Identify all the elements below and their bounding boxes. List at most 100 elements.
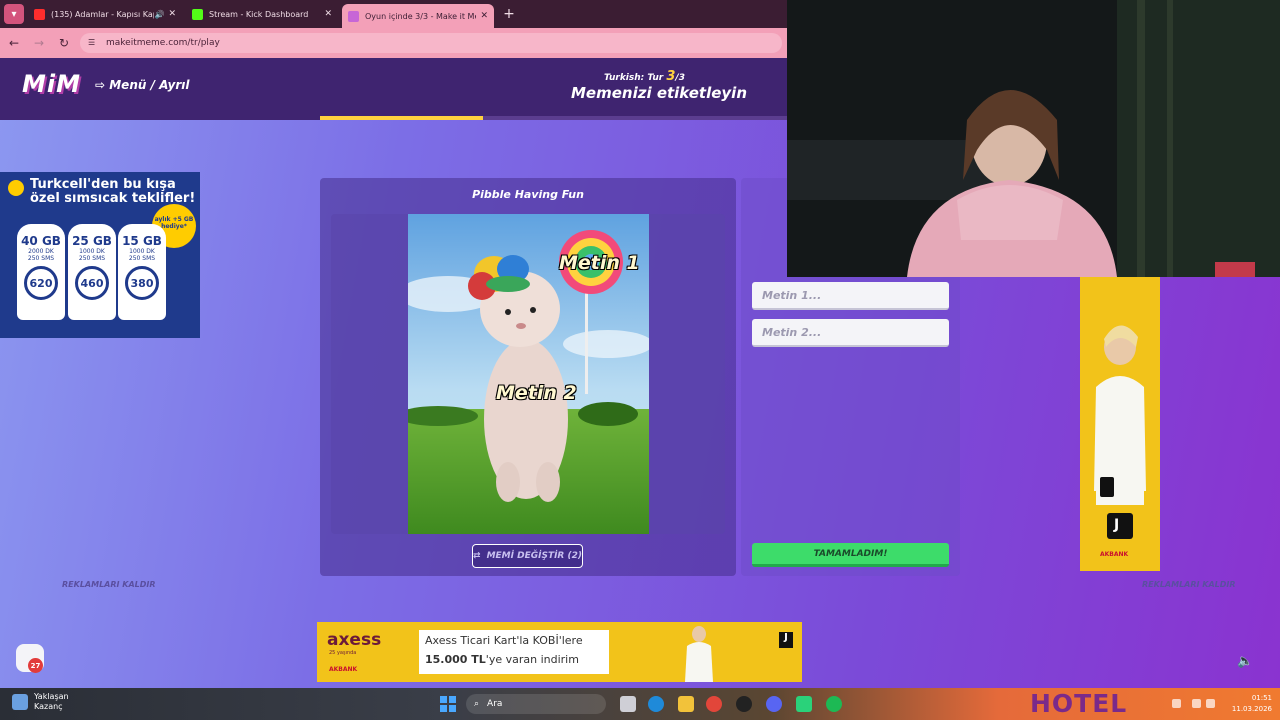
clock-time: 01:51 <box>1251 694 1272 702</box>
network-icon[interactable] <box>1192 699 1201 708</box>
clock-date: 11.03.2026 <box>1231 705 1272 713</box>
ad-package: 40 GB 2000 DK 250 SMS 620 <box>17 224 65 320</box>
browser-tab-bar: ▾ (135) Adamlar - Kapısı Kapa 🔊 ✕ Stream… <box>0 0 787 28</box>
mute-icon[interactable]: 🔈 <box>1237 654 1253 669</box>
ad-line-2-rest: 'ye varan indirim <box>485 653 579 666</box>
webcam-image <box>787 0 1280 277</box>
ad-right-brand: J <box>1114 517 1120 533</box>
tab-make-it-meme[interactable]: Oyun içinde 3/3 - Make it Meme ✕ <box>342 4 494 28</box>
tab-youtube[interactable]: (135) Adamlar - Kapısı Kapa 🔊 ✕ <box>28 2 182 26</box>
package-price: 620 <box>24 266 58 300</box>
close-tab-icon[interactable]: ✕ <box>168 9 176 19</box>
microphone-icon[interactable] <box>1172 699 1181 708</box>
ad-message: Axess Ticari Kart'la KOBİ'lere 15.000 TL… <box>419 630 609 674</box>
jtoken-logo-icon: J <box>779 632 793 648</box>
round-progress-bar <box>320 116 787 120</box>
ad-package: 25 GB 1000 DK 250 SMS 460 <box>68 224 116 320</box>
ad-bottom-person-image <box>685 626 713 682</box>
taskbar-clock[interactable]: 01:51 11.03.2026 <box>1226 693 1272 715</box>
caption-input-1[interactable]: Metin 1... <box>752 282 949 310</box>
new-tab-button[interactable]: + <box>500 5 518 23</box>
ad-headline: Turkcell'den bu kışa özel sımsıcak tekli… <box>30 177 196 206</box>
tab-search-button[interactable]: ▾ <box>4 4 24 24</box>
exit-icon: ⇨ <box>95 78 110 92</box>
back-arrow-icon[interactable]: ← <box>3 32 25 54</box>
ad-right-bank: AKBANK <box>1100 551 1129 558</box>
package-gb: 25 GB <box>72 234 112 248</box>
tab-kick-dashboard[interactable]: Stream - Kick Dashboard ✕ <box>186 2 338 26</box>
forward-arrow-icon[interactable]: → <box>28 32 50 54</box>
discord-icon[interactable] <box>766 696 782 712</box>
ad-amount: 15.000 TL <box>425 653 486 666</box>
mim-logo[interactable]: MiM <box>22 70 81 98</box>
round-total: /3 <box>675 73 685 83</box>
menu-leave-link[interactable]: ⇨ Menü / Ayrıl <box>95 78 190 92</box>
swap-meme-button[interactable]: ⇄ MEMİ DEĞİŞTİR (2) <box>472 544 583 568</box>
volume-icon[interactable] <box>1206 699 1215 708</box>
reload-icon[interactable]: ↻ <box>53 32 75 54</box>
obs-icon[interactable] <box>736 696 752 712</box>
ad-line-2: 15.000 TL'ye varan indirim <box>425 653 603 666</box>
app-icon[interactable] <box>796 696 812 712</box>
round-indicator: Turkish: Tur 3/3 <box>604 69 685 84</box>
package-sms: 250 SMS <box>128 255 156 262</box>
close-tab-icon[interactable]: ✕ <box>480 11 488 21</box>
done-button[interactable]: TAMAMLADIM! <box>752 543 949 567</box>
swap-meme-label: MEMİ DEĞİŞTİR (2) <box>486 551 582 561</box>
phase-title: Memenizi etiketleyin <box>571 84 748 102</box>
windows-start-icon[interactable] <box>440 696 456 712</box>
weather-widget[interactable]: Yaklaşan Kazanç <box>12 692 69 712</box>
url-field[interactable]: ☰ makeitmeme.com/tr/play <box>80 33 782 53</box>
ad-axess-banner[interactable]: axess 25 yaşında AKBANK Axess Ticari Kar… <box>317 622 802 682</box>
wallpaper-banner: HOTEL <box>1030 689 1128 718</box>
package-minutes: 1000 DK <box>79 248 105 255</box>
package-price: 380 <box>125 266 159 300</box>
meme-text-1[interactable]: Metin 1 <box>559 252 640 274</box>
search-placeholder: Ara <box>487 699 503 709</box>
remove-ads-right-link[interactable]: REKLAMLARI KALDIR <box>1142 580 1236 589</box>
round-prefix: Turkish: Tur <box>604 73 664 83</box>
task-view-icon[interactable] <box>620 696 636 712</box>
ad-package: 15 GB 1000 DK 250 SMS 380 <box>118 224 166 320</box>
remove-ads-left-link[interactable]: REKLAMLARI KALDIR <box>62 580 156 589</box>
menu-leave-label: Menü / Ayrıl <box>109 78 190 92</box>
url-text: makeitmeme.com/tr/play <box>106 38 220 48</box>
meme-text-2[interactable]: Metin 2 <box>496 382 577 404</box>
taskbar-search[interactable]: ⌕ Ara <box>466 694 606 714</box>
chrome-icon[interactable] <box>706 696 722 712</box>
kick-icon <box>192 8 203 20</box>
meme-canvas: Metin 1 Metin 2 <box>331 214 725 534</box>
package-sms: 250 SMS <box>78 255 106 262</box>
spotify-icon[interactable] <box>826 696 842 712</box>
ad-turkcell[interactable]: Turkcell'den bu kışa özel sımsıcak tekli… <box>0 172 200 338</box>
close-tab-icon[interactable]: ✕ <box>324 9 332 19</box>
ad-akbank-vertical[interactable]: J AKBANK <box>1080 277 1160 571</box>
ad-brand: axess <box>327 630 382 650</box>
widget-title: Yaklaşan <box>34 692 69 701</box>
file-explorer-icon[interactable] <box>678 696 694 712</box>
package-price: 460 <box>75 266 109 300</box>
round-progress-fill <box>320 116 484 120</box>
package-gb: 40 GB <box>21 234 61 248</box>
site-info-icon[interactable]: ☰ <box>88 38 98 48</box>
speaker-icon[interactable]: 🔊 <box>154 10 164 19</box>
edge-icon[interactable] <box>648 696 664 712</box>
package-gb: 15 GB <box>122 234 162 248</box>
package-minutes: 2000 DK <box>28 248 54 255</box>
ad-brand-sub: 25 yaşında <box>329 650 357 656</box>
turkcell-logo-icon <box>8 180 24 196</box>
ad-line-1: Axess Ticari Kart'la KOBİ'lere <box>425 634 583 647</box>
ad-person-image <box>1094 325 1146 539</box>
tab-title: Stream - Kick Dashboard <box>209 9 309 19</box>
chat-unread-badge: 27 <box>28 658 43 673</box>
address-bar-row: ← → ↻ ☰ makeitmeme.com/tr/play <box>0 28 787 58</box>
windows-taskbar: Yaklaşan Kazanç ⌕ Ara HOTEL 01:51 11.03.… <box>0 688 1280 720</box>
widget-subtitle: Kazanç <box>34 702 63 711</box>
package-sms: 250 SMS <box>27 255 55 262</box>
caption-input-2[interactable]: Metin 2... <box>752 319 949 347</box>
meme-title: Pibble Having Fun <box>472 188 584 201</box>
tab-title: Oyun içinde 3/3 - Make it Meme <box>365 11 476 21</box>
ad-bank-name: AKBANK <box>329 666 358 673</box>
meme-image: Metin 1 Metin 2 <box>408 214 649 534</box>
mim-icon <box>348 10 359 22</box>
